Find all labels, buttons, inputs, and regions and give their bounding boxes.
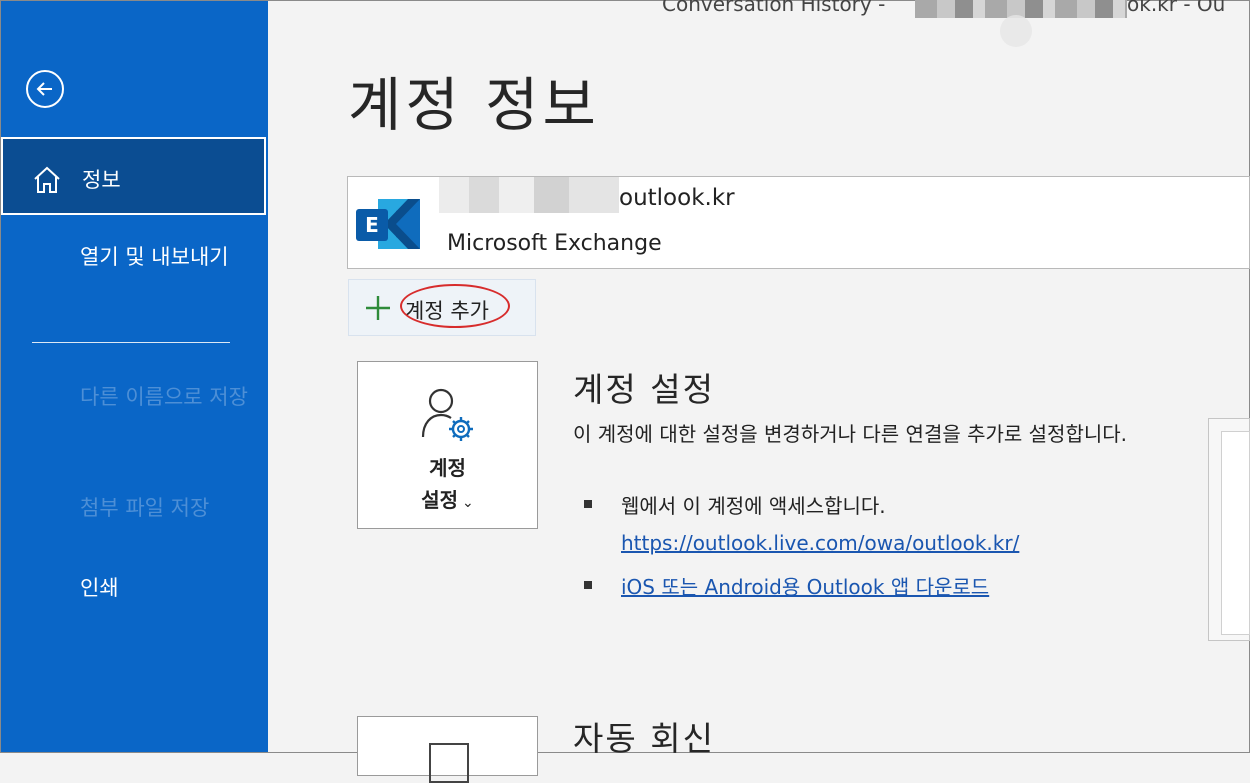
account-settings-tile-label-2: 설정 ⌄ <box>421 488 474 512</box>
account-email: outlook.kr <box>619 185 735 211</box>
person-gear-icon <box>421 388 473 441</box>
highlight-circle <box>400 284 510 328</box>
mobile-app-link[interactable]: iOS 또는 Android용 Outlook 앱 다운로드 <box>621 571 989 600</box>
back-arrow-circle-icon <box>36 82 52 96</box>
auto-reply-icon <box>429 743 469 783</box>
sidebar-item-print[interactable]: 인쇄 <box>80 572 119 602</box>
back-button[interactable] <box>26 70 64 108</box>
sidebar-item-info[interactable]: 정보 <box>1 137 266 215</box>
web-access-text: 웹에서 이 계정에 액세스합니다. <box>621 494 886 518</box>
account-settings-title: 계정 설정 <box>573 370 715 409</box>
bullet-icon <box>584 581 592 589</box>
sidebar-item-save-attachments: 첨부 파일 저장 <box>80 496 210 520</box>
window-title-suffix: ok.kr - Ou <box>1127 0 1226 16</box>
bullet-icon <box>584 500 592 508</box>
plus-icon <box>366 296 390 320</box>
home-icon <box>34 166 60 193</box>
sidebar-item-label: 정보 <box>82 168 121 192</box>
backstage-sidebar: 정보 열기 및 내보내기 다른 이름으로 저장 첨부 파일 저장 인쇄 <box>1 1 268 752</box>
svg-text:E: E <box>365 213 379 237</box>
sidebar-item-save-as: 다른 이름으로 저장 <box>80 385 248 409</box>
account-settings-tile-label: 계정 <box>429 456 466 480</box>
account-settings-description: 이 계정에 대한 설정을 변경하거나 다른 연결을 추가로 설정합니다. <box>573 422 1128 446</box>
exchange-icon: E <box>356 199 420 249</box>
page-title: 계정 정보 <box>348 71 600 139</box>
window-title: Conversation History - <box>662 0 886 16</box>
owa-link[interactable]: https://outlook.live.com/owa/outlook.kr/ <box>621 531 1019 555</box>
account-settings-button[interactable]: 계정 설정 ⌄ <box>357 361 538 529</box>
feedback-icon[interactable] <box>1000 15 1032 47</box>
sidebar-item-open-export[interactable]: 열기 및 내보내기 <box>80 242 250 272</box>
account-selector[interactable]: E outlook.kr Microsoft Exchange <box>347 176 1250 269</box>
email-redacted <box>439 177 619 213</box>
preview-panel-inner <box>1221 431 1250 635</box>
account-type: Microsoft Exchange <box>447 231 662 256</box>
sidebar-divider <box>32 342 230 343</box>
automatic-replies-button[interactable] <box>357 716 538 783</box>
chevron-down-icon: ⌄ <box>462 495 474 511</box>
